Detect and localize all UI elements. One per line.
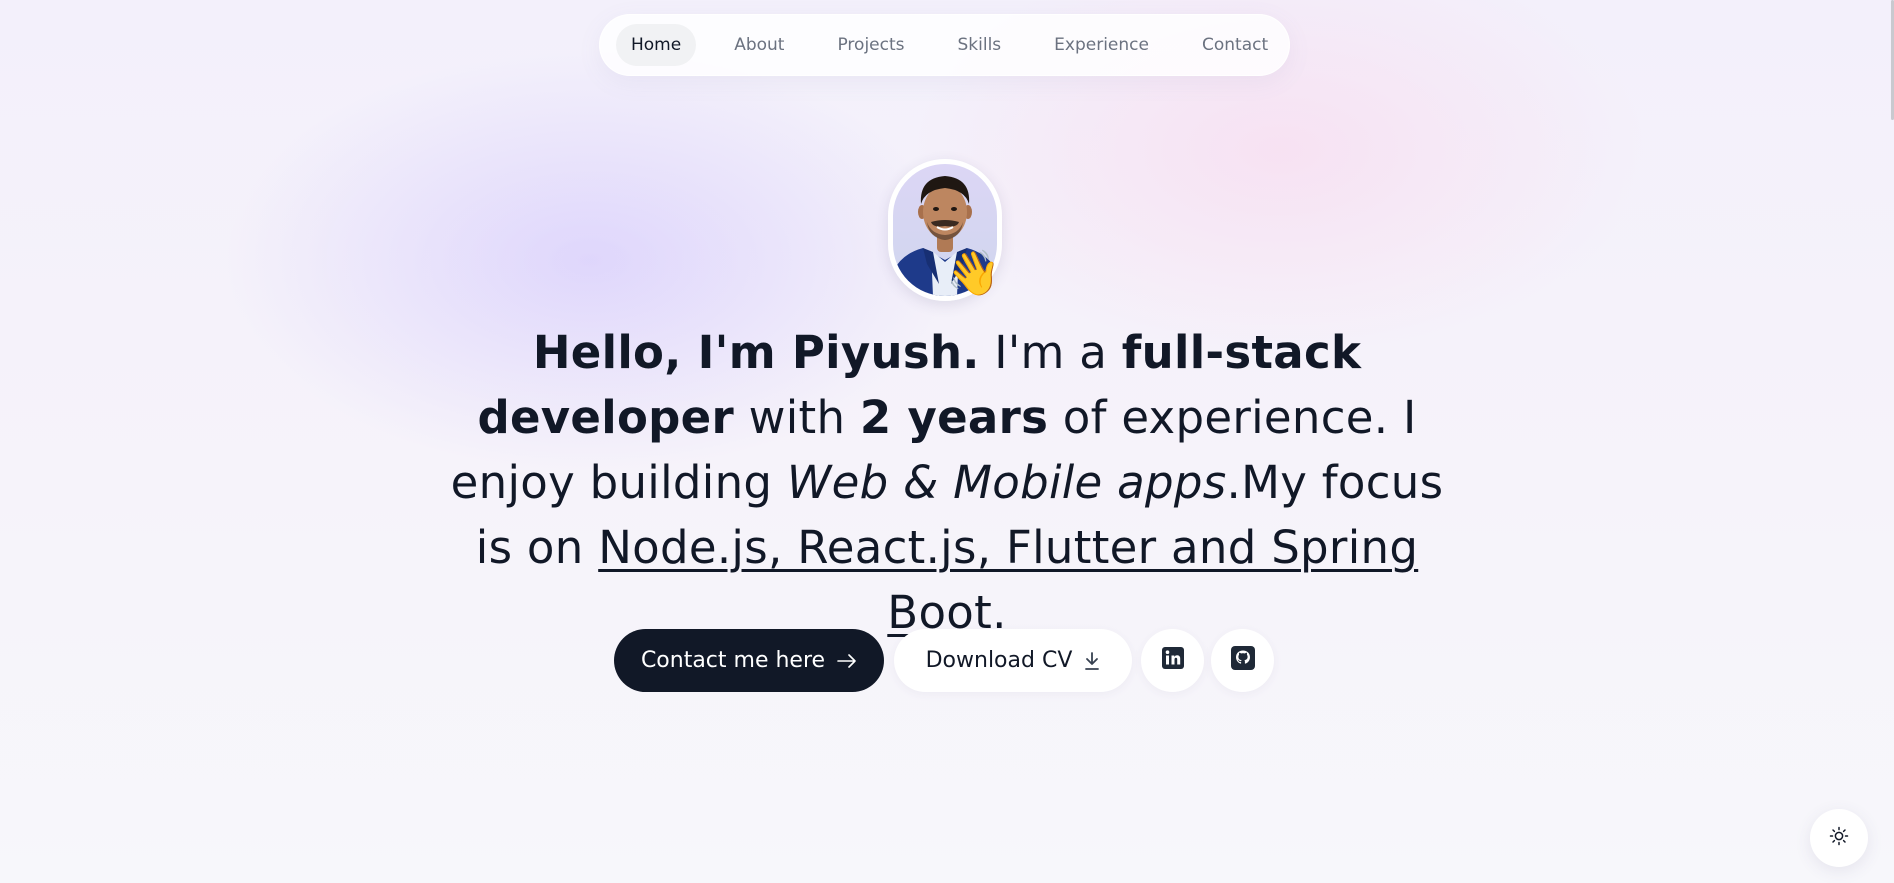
sun-icon <box>1829 826 1849 850</box>
hero-text: with <box>734 391 860 444</box>
download-icon <box>1084 651 1100 670</box>
hero-intro: Hello, I'm Piyush. I'm a full-stack deve… <box>440 320 1454 645</box>
github-icon <box>1230 645 1255 676</box>
nav-item-projects[interactable]: Projects <box>822 24 919 66</box>
linkedin-button[interactable] <box>1141 629 1204 692</box>
main-nav: Home About Projects Skills Experience Co… <box>599 14 1290 76</box>
linkedin-icon <box>1161 646 1184 675</box>
download-cv-button[interactable]: Download CV <box>894 629 1132 692</box>
download-cv-label: Download CV <box>925 648 1073 673</box>
nav-item-skills[interactable]: Skills <box>943 24 1017 66</box>
contact-me-label: Contact me here <box>640 648 826 673</box>
nav-item-experience[interactable]: Experience <box>1039 24 1164 66</box>
nav-item-contact[interactable]: Contact <box>1187 24 1283 66</box>
theme-toggle-button[interactable] <box>1810 809 1868 867</box>
nav-item-about[interactable]: About <box>719 24 799 66</box>
hero-text: I'm a <box>979 326 1122 379</box>
arrow-right-icon <box>837 653 857 668</box>
github-button[interactable] <box>1211 629 1274 692</box>
hero-greeting: Hello, I'm Piyush. <box>532 326 980 379</box>
waving-hand-emoji: 👋 <box>946 248 1001 299</box>
hero-tech-stack: Node.js, React.js, Flutter and Spring Bo… <box>598 521 1419 639</box>
hero-years: 2 years <box>859 391 1049 444</box>
hero-apps: Web & Mobile apps <box>786 456 1227 509</box>
nav-item-home[interactable]: Home <box>616 24 697 66</box>
contact-me-button[interactable]: Contact me here <box>614 629 884 692</box>
